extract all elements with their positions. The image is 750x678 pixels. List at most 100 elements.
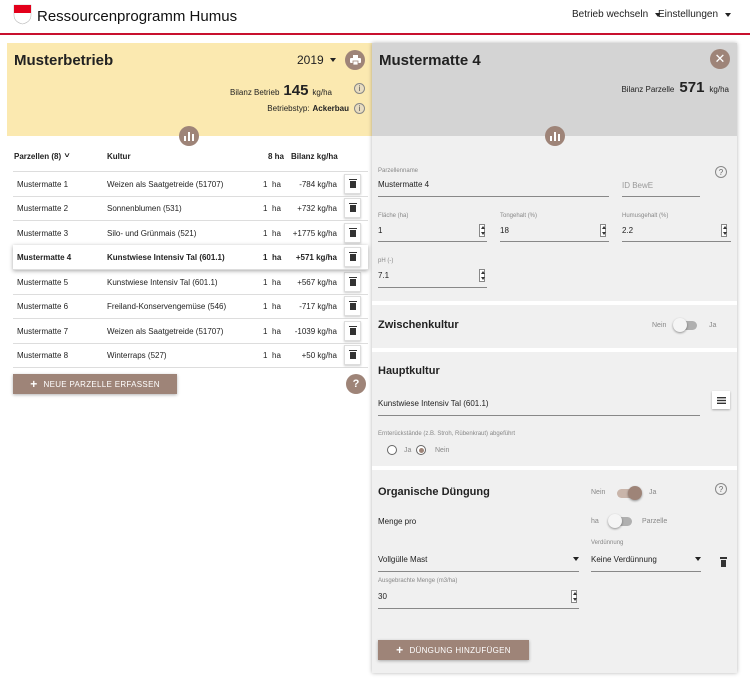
amount-label: Ausgebrachte Menge (m3/ha)	[378, 578, 458, 584]
toggle-knob	[608, 514, 622, 528]
parcel-name-input[interactable]: Mustermatte 4	[378, 180, 429, 189]
dilution-underline	[591, 571, 701, 572]
menge-toggle[interactable]	[608, 514, 632, 528]
help-icon[interactable]: ?	[715, 166, 727, 178]
parcel-name-cell: Mustermatte 1	[17, 180, 69, 189]
table-row[interactable]: Mustermatte 7 Weizen als Saatgetreide (51…	[13, 319, 368, 344]
residue-no-radio[interactable]	[416, 445, 426, 455]
duengung-yes-label: Ja	[649, 489, 657, 496]
table-row[interactable]: Mustermatte 5 Kunstwiese Intensiv Tal (60…	[13, 270, 368, 295]
area-cell: 1	[263, 278, 268, 287]
year-selector[interactable]: 2019	[297, 53, 336, 67]
area-stepper[interactable]	[479, 224, 485, 237]
delete-parcel-button[interactable]	[344, 345, 361, 365]
residue-label: Ernterückstände (z.B. Stroh, Rübenkraut)…	[378, 431, 516, 437]
close-button[interactable]: ✕	[710, 49, 730, 69]
parcel-name-cell: Mustermatte 5	[17, 278, 69, 287]
id-bewe-input[interactable]: ID BewE	[622, 181, 653, 190]
toggle-knob	[628, 486, 642, 500]
bar-chart-icon	[550, 131, 560, 141]
parcels-header[interactable]: Parzellen (8) ˅	[14, 152, 70, 161]
duengung-toggle[interactable]	[617, 486, 642, 500]
crop-cell: Kunstwiese Intensiv Tal (601.1)	[107, 253, 225, 262]
ph-underline	[378, 287, 487, 288]
area-header: 8 ha	[268, 152, 285, 161]
area-unit-cell: ha	[272, 351, 281, 360]
parcel-balance-value: 571	[679, 79, 705, 96]
table-row[interactable]: Mustermatte 3 Silo- und Grünmais (521) 1 ha…	[13, 221, 368, 246]
delete-parcel-button[interactable]	[344, 296, 361, 316]
ph-input[interactable]: 7.1	[378, 271, 389, 280]
add-fertilizer-label: DÜNGUNG HINZUFÜGEN	[409, 645, 511, 655]
delete-fertilizer-button[interactable]	[720, 557, 727, 567]
farm-balance-label: Bilanz Betrieb	[230, 88, 280, 97]
trash-icon	[348, 276, 357, 286]
chevron-down-icon	[573, 557, 579, 561]
info-icon[interactable]: i	[354, 103, 365, 114]
parcel-name-cell: Mustermatte 8	[17, 351, 69, 360]
delete-parcel-button[interactable]	[344, 321, 361, 341]
humus-label: Humusgehalt (%)	[622, 213, 669, 219]
print-button[interactable]	[345, 50, 365, 70]
residue-yes-radio[interactable]	[387, 445, 397, 455]
duengung-no-label: Nein	[591, 489, 606, 496]
humus-input[interactable]: 2.2	[622, 226, 633, 235]
trash-icon	[348, 227, 357, 237]
parcel-balance-unit: kg/ha	[709, 85, 729, 94]
residue-no-label: Nein	[435, 447, 450, 454]
fertilizer-type-select[interactable]: Vollgülle Mast	[378, 555, 427, 564]
balance-header: Bilanz kg/ha	[291, 152, 338, 161]
table-row[interactable]: Mustermatte 4 Kunstwiese Intensiv Tal (60…	[13, 245, 368, 270]
parcel-chart-button[interactable]	[545, 126, 565, 146]
farm-type: Betriebstyp: Ackerbau	[267, 104, 349, 113]
area-input[interactable]: 1	[378, 226, 382, 235]
delete-parcel-button[interactable]	[344, 247, 361, 267]
hauptkultur-title: Hauptkultur	[378, 365, 440, 377]
table-row[interactable]: Mustermatte 8 Winterraps (527) 1 ha +50 kg/h…	[13, 343, 368, 368]
table-row[interactable]: Mustermatte 6 Freiland-Konservengemüse (5…	[13, 294, 368, 319]
zwischenkultur-no-label: Nein	[652, 322, 667, 329]
amount-input[interactable]: 30	[378, 592, 387, 601]
fertilizer-type-underline	[378, 571, 579, 572]
canton-flag-icon	[13, 4, 32, 25]
dilution-select[interactable]: Keine Verdünnung	[591, 555, 657, 564]
add-fertilizer-button[interactable]: + DÜNGUNG HINZUFÜGEN	[378, 640, 529, 660]
delete-parcel-button[interactable]	[344, 272, 361, 292]
table-row[interactable]: Mustermatte 2 Sonnenblumen (531) 1 ha +732 k…	[13, 196, 368, 221]
clay-label: Tongehalt (%)	[500, 213, 538, 219]
crop-cell: Silo- und Grünmais (521)	[107, 229, 197, 238]
info-icon[interactable]: i	[354, 83, 365, 94]
delete-parcel-button[interactable]	[344, 174, 361, 194]
humus-stepper[interactable]	[721, 224, 727, 237]
bar-chart-icon	[184, 131, 194, 141]
table-row[interactable]: Mustermatte 1 Weizen als Saatgetreide (51…	[13, 172, 368, 197]
settings-menu[interactable]: Einstellungen	[658, 9, 732, 20]
delete-parcel-button[interactable]	[344, 223, 361, 243]
trash-icon	[348, 251, 357, 261]
year-value: 2019	[297, 53, 324, 67]
clay-stepper[interactable]	[600, 224, 606, 237]
ph-stepper[interactable]	[479, 269, 485, 282]
parcel-detail-panel: Mustermatte 4 ✕ Bilanz Parzelle 571 kg/h…	[372, 43, 737, 673]
clay-input[interactable]: 18	[500, 226, 509, 235]
farm-chart-button[interactable]	[179, 126, 199, 146]
area-unit-cell: ha	[272, 180, 281, 189]
amount-stepper[interactable]	[571, 590, 577, 603]
trash-icon	[348, 202, 357, 212]
zwischenkultur-toggle[interactable]	[673, 318, 697, 332]
help-button[interactable]: ?	[346, 374, 366, 394]
switch-farm-menu[interactable]: Betrieb wechseln	[572, 9, 662, 20]
help-icon[interactable]: ?	[715, 483, 727, 495]
parcel-title: Mustermatte 4	[379, 52, 481, 69]
delete-parcel-button[interactable]	[344, 198, 361, 218]
chevron-down-icon	[329, 58, 336, 62]
main-crop-input[interactable]: Kunstwiese Intensiv Tal (601.1)	[378, 399, 489, 408]
area-unit-cell: ha	[272, 204, 281, 213]
crop-list-button[interactable]	[712, 391, 730, 409]
add-parcel-button[interactable]: + NEUE PARZELLE ERFASSEN	[13, 374, 177, 394]
top-bar: Ressourcenprogramm Humus Betrieb wechsel…	[0, 0, 750, 33]
farm-balance: Bilanz Betrieb 145 kg/ha	[230, 82, 332, 99]
header-accent-line	[0, 33, 750, 35]
crop-header: Kultur	[107, 152, 131, 161]
crop-cell: Winterraps (527)	[107, 351, 167, 360]
